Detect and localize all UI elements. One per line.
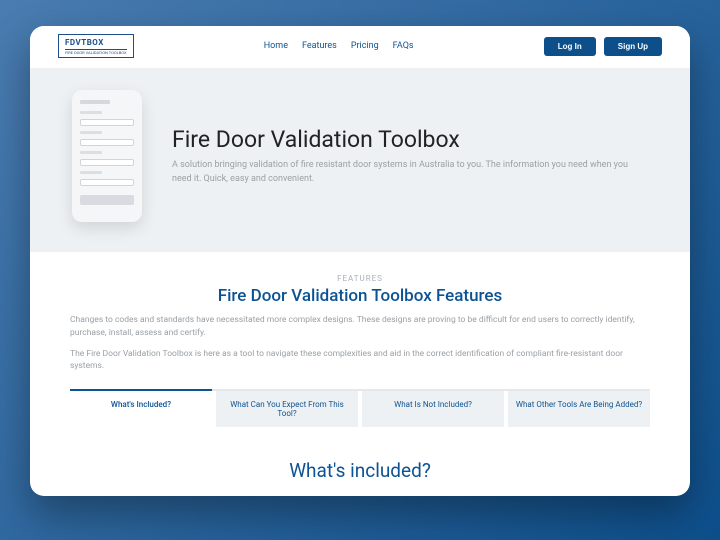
nav-features[interactable]: Features xyxy=(302,41,337,51)
features-paragraph-1: Changes to codes and standards have nece… xyxy=(70,314,650,340)
hero-subtitle: A solution bringing validation of fire r… xyxy=(172,159,648,185)
features-overline: FEATURES xyxy=(70,274,650,283)
hero-text: Fire Door Validation Toolbox A solution … xyxy=(172,126,648,185)
header: FDVTBOX FIRE DOOR VALIDATION TOOLBOX Hom… xyxy=(30,26,690,62)
phone-mockup xyxy=(72,90,142,222)
logo[interactable]: FDVTBOX FIRE DOOR VALIDATION TOOLBOX xyxy=(58,34,134,58)
section-heading: What's included? xyxy=(30,437,690,496)
logo-text: FDVTBOX xyxy=(65,38,104,47)
login-button[interactable]: Log In xyxy=(544,37,596,56)
features-heading: Fire Door Validation Toolbox Features xyxy=(70,286,650,306)
tab-what-to-expect[interactable]: What Can You Expect From This Tool? xyxy=(216,391,358,427)
app-window: FDVTBOX FIRE DOOR VALIDATION TOOLBOX Hom… xyxy=(30,26,690,496)
tab-other-tools[interactable]: What Other Tools Are Being Added? xyxy=(508,391,650,427)
features-paragraph-2: The Fire Door Validation Toolbox is here… xyxy=(70,348,650,374)
nav-home[interactable]: Home xyxy=(264,41,288,51)
nav-faqs[interactable]: FAQs xyxy=(393,41,414,51)
feature-tabs: What's Included? What Can You Expect Fro… xyxy=(70,389,650,427)
tab-whats-included[interactable]: What's Included? xyxy=(70,389,212,427)
hero-section: Fire Door Validation Toolbox A solution … xyxy=(30,68,690,252)
signup-button[interactable]: Sign Up xyxy=(604,37,662,56)
logo-subtext: FIRE DOOR VALIDATION TOOLBOX xyxy=(65,49,127,55)
hero-title: Fire Door Validation Toolbox xyxy=(172,126,648,153)
tab-not-included[interactable]: What Is Not Included? xyxy=(362,391,504,427)
main-nav: Home Features Pricing FAQs xyxy=(134,41,544,51)
auth-buttons: Log In Sign Up xyxy=(544,37,662,56)
nav-pricing[interactable]: Pricing xyxy=(351,41,379,51)
features-section: FEATURES Fire Door Validation Toolbox Fe… xyxy=(30,252,690,437)
